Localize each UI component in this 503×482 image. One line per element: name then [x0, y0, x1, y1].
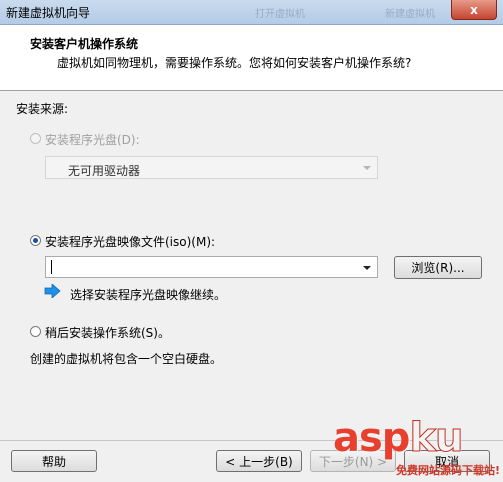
title-bar: 新建虚拟机向导 打开虚拟机 新建虚拟机 x: [0, 0, 503, 25]
close-button[interactable]: x: [451, 0, 497, 20]
iso-option-label: 安装程序光盘映像文件(iso)(M):: [45, 235, 216, 249]
disc-radio[interactable]: [30, 133, 41, 144]
install-later-label: 稍后安装操作系统(S)。: [45, 326, 170, 340]
background-window-title: 打开虚拟机: [255, 9, 305, 20]
disc-drive-value: 无可用驱动器: [68, 164, 141, 178]
iso-path-combobox[interactable]: [45, 256, 378, 278]
background-window-title: 新建虚拟机: [385, 9, 435, 20]
wizard-header: 安装客户机操作系统 虚拟机如同物理机，需要操作系统。您将如何安装客户机操作系统?: [0, 25, 503, 91]
text-cursor: [51, 260, 52, 274]
iso-radio[interactable]: [30, 235, 41, 246]
page-subtitle: 虚拟机如同物理机，需要操作系统。您将如何安装客户机操作系统?: [57, 56, 412, 70]
disc-drive-dropdown[interactable]: 无可用驱动器: [45, 156, 378, 179]
chevron-down-icon: [363, 166, 371, 170]
site-watermark-tagline: 免费网站源码下载站!: [396, 464, 501, 477]
chevron-down-icon[interactable]: [363, 266, 371, 270]
browse-button-label: 浏览(R)...: [411, 261, 465, 275]
browse-button[interactable]: 浏览(R)...: [394, 256, 482, 279]
disc-option-label: 安装程序光盘(D):: [45, 133, 140, 147]
install-later-radio[interactable]: [30, 326, 41, 337]
install-source-label: 安装来源:: [16, 102, 69, 116]
close-icon: x: [470, 2, 478, 17]
back-button-label: < 上一步(B): [225, 454, 293, 469]
back-button[interactable]: < 上一步(B): [216, 450, 302, 472]
install-later-description: 创建的虚拟机将包含一个空白硬盘。: [30, 352, 223, 366]
help-button[interactable]: 帮助: [11, 450, 97, 472]
page-title: 安装客户机操作系统: [30, 37, 139, 51]
help-button-label: 帮助: [41, 454, 66, 469]
site-watermark-logo: aspku: [333, 415, 464, 461]
blue-arrow-icon: [44, 284, 61, 298]
iso-hint-text: 选择安装程序光盘映像继续。: [70, 288, 227, 302]
window-title: 新建虚拟机向导: [6, 6, 91, 20]
